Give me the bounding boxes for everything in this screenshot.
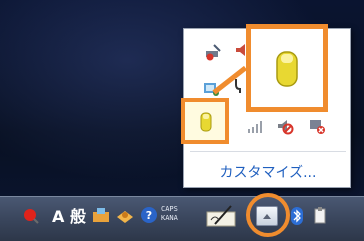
customize-link[interactable]: カスタマイズ... bbox=[184, 159, 352, 187]
ime-label: A bbox=[52, 207, 65, 226]
show-hidden-icons-highlight bbox=[246, 193, 290, 237]
usb-drive-icon[interactable] bbox=[198, 111, 214, 133]
caps-kana-indicator: CAPS KANA bbox=[161, 205, 178, 223]
muted-speaker-icon[interactable] bbox=[276, 117, 294, 135]
kana-label: KANA bbox=[161, 214, 178, 222]
ime-language-indicator[interactable]: A 般 bbox=[52, 203, 86, 227]
ime-dictionary-icon[interactable] bbox=[115, 207, 135, 225]
help-icon[interactable]: ? bbox=[140, 206, 158, 224]
popup-separator bbox=[190, 151, 346, 152]
svg-text:?: ? bbox=[146, 209, 152, 222]
signal-bars-icon[interactable] bbox=[246, 117, 264, 135]
usb-icon-zoom bbox=[246, 24, 328, 112]
network-repair-icon[interactable] bbox=[204, 43, 222, 61]
sync-icon[interactable] bbox=[312, 206, 330, 226]
bluetooth-icon[interactable] bbox=[290, 206, 304, 226]
ime-mode: 般 bbox=[69, 207, 86, 226]
usb-drive-icon-enlarged bbox=[276, 51, 298, 87]
ime-toolbox-icon[interactable] bbox=[91, 206, 113, 226]
usb-icon-highlight bbox=[181, 98, 229, 144]
disconnected-network-icon[interactable] bbox=[308, 117, 326, 135]
caps-label: CAPS bbox=[161, 205, 178, 213]
handwriting-pad-icon[interactable] bbox=[205, 204, 239, 228]
red-pin-icon[interactable] bbox=[22, 207, 40, 225]
